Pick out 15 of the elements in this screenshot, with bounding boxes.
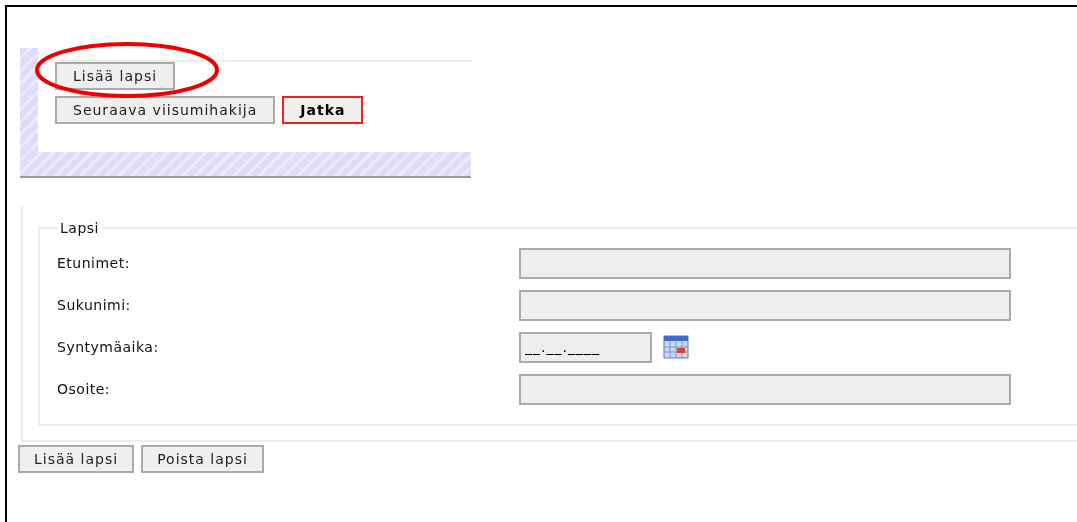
continue-button[interactable]: Jatka [282,96,364,124]
fieldset-legend: Lapsi [57,220,102,236]
form-button[interactable]: Seuraava viisumihakija [55,96,276,124]
form-button[interactable]: Lisää lapsi [55,62,176,90]
form-button[interactable]: Lisää lapsi [18,445,135,473]
date-field[interactable]: __.__.____ [519,331,652,363]
field-label: Sukunimi: [57,297,132,313]
field-label: Osoite: [57,381,112,397]
text-field[interactable] [519,289,1011,321]
form-button[interactable]: Poista lapsi [141,445,264,473]
text-field[interactable] [519,373,1011,405]
text-field[interactable] [519,247,1011,279]
field-label: Etunimet: [57,255,131,271]
field-label: Syntymäaika: [57,339,160,355]
calendar-icon[interactable] [663,335,689,359]
